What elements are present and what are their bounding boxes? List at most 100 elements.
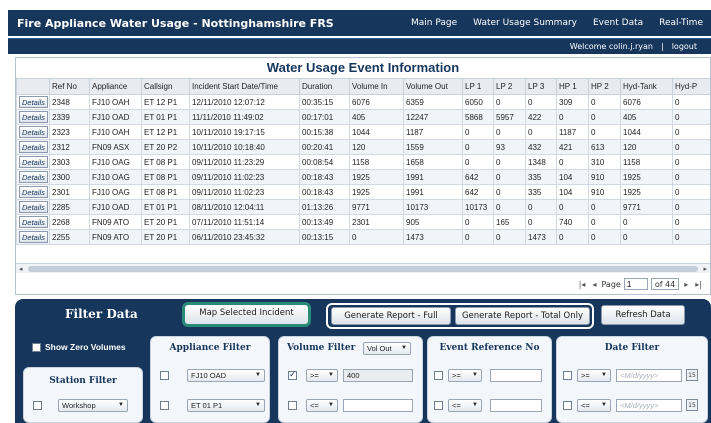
table-row[interactable]: Details 2285 FJ10 OAD ET 01 P1 08/11/2010 12… bbox=[16, 199, 710, 215]
table-cell: 00:17:01 bbox=[299, 109, 350, 125]
date-filter-checkbox-2[interactable] bbox=[563, 401, 572, 410]
nav-main-page[interactable]: Main Page bbox=[403, 18, 465, 28]
scroll-right-icon[interactable]: ▸ bbox=[703, 264, 707, 274]
table-cell: 120 bbox=[349, 139, 404, 155]
volume-operator-select-2[interactable]: <= ▼ bbox=[306, 399, 338, 412]
details-button[interactable]: Details bbox=[19, 216, 48, 228]
prev-page-icon[interactable]: ◂ bbox=[590, 280, 598, 289]
generate-report-total-button[interactable]: Generate Report - Total Only bbox=[455, 307, 590, 325]
details-button[interactable]: Details bbox=[19, 111, 48, 123]
table-row[interactable]: Details 2268 FN09 ATO ET 20 P1 07/11/2010 11… bbox=[16, 214, 710, 230]
calendar-icon[interactable]: 15 bbox=[686, 369, 698, 381]
horizontal-scrollbar[interactable]: ◂ ▸ bbox=[16, 263, 710, 273]
column-header[interactable]: Ref No bbox=[49, 78, 90, 95]
next-page-icon[interactable]: ▸ bbox=[682, 280, 690, 289]
show-zero-volumes[interactable]: Show Zero Volumes bbox=[32, 342, 126, 352]
column-header[interactable]: LP 1 bbox=[462, 78, 494, 95]
table-cell: ET 20 P2 bbox=[141, 139, 190, 155]
station-select[interactable]: Workshop ▼ bbox=[58, 399, 128, 412]
refresh-data-button[interactable]: Refresh Data bbox=[601, 305, 685, 325]
volume-operator-1-value: >= bbox=[310, 371, 319, 380]
scroll-left-icon[interactable]: ◂ bbox=[19, 264, 23, 274]
map-selected-incident-button[interactable]: Map Selected Incident bbox=[182, 302, 311, 327]
details-button[interactable]: Details bbox=[19, 156, 48, 168]
volume-filter-checkbox-2[interactable] bbox=[288, 401, 297, 410]
table-cell: 1925 bbox=[620, 184, 673, 200]
table-row[interactable]: Details 2339 FJ10 OAD ET 01 P1 11/11/2010 11… bbox=[16, 109, 710, 125]
table-cell: 910 bbox=[588, 169, 621, 185]
date-input-2[interactable]: <M/d/yyyy> bbox=[616, 399, 682, 412]
table-cell: 6076 bbox=[620, 94, 673, 110]
details-button[interactable]: Details bbox=[19, 96, 48, 108]
show-zero-checkbox[interactable] bbox=[32, 342, 41, 352]
station-filter-checkbox[interactable] bbox=[33, 401, 42, 410]
column-header[interactable] bbox=[16, 78, 50, 95]
last-page-icon[interactable]: ▸| bbox=[693, 280, 704, 289]
table-row[interactable]: Details 2255 FN09 ATO ET 20 P1 06/11/2010 23… bbox=[16, 229, 710, 245]
scrollbar-thumb[interactable] bbox=[28, 266, 698, 272]
table-cell: 06/11/2010 23:45:32 bbox=[189, 229, 300, 245]
appliance-select-1[interactable]: FJ10 OAD ▼ bbox=[187, 369, 265, 382]
event-ref-input-2[interactable] bbox=[490, 399, 542, 412]
table-row[interactable]: Details 2323 FJ10 OAH ET 12 P1 10/11/2010 19… bbox=[16, 124, 710, 140]
generate-report-full-button[interactable]: Generate Report - Full bbox=[331, 307, 451, 325]
first-page-icon[interactable]: |◂ bbox=[577, 280, 588, 289]
logout-link[interactable]: logout bbox=[672, 42, 697, 51]
column-header[interactable]: LP 2 bbox=[493, 78, 526, 95]
date-operator-select-1[interactable]: >= ▼ bbox=[577, 369, 611, 382]
column-header[interactable]: Volume In bbox=[349, 78, 404, 95]
column-header[interactable]: Incident Start Date/Time bbox=[189, 78, 300, 95]
appliance-select-2[interactable]: ET 01 P1 ▼ bbox=[187, 399, 265, 412]
event-ref-operator-select-1[interactable]: >= ▼ bbox=[448, 369, 482, 382]
calendar-icon[interactable]: 15 bbox=[686, 399, 698, 411]
event-ref-operator-1-value: >= bbox=[452, 371, 461, 380]
column-header[interactable]: HP 2 bbox=[588, 78, 621, 95]
table-cell: 0 bbox=[672, 214, 710, 230]
table-cell: 104 bbox=[556, 169, 589, 185]
column-header[interactable]: Callsign bbox=[141, 78, 190, 95]
details-button[interactable]: Details bbox=[19, 201, 48, 213]
event-ref-operator-select-2[interactable]: <= ▼ bbox=[448, 399, 482, 412]
volume-filter-checkbox-1[interactable] bbox=[288, 370, 297, 380]
table-row[interactable]: Details 2312 FN09 ASX ET 20 P2 10/11/2010 10… bbox=[16, 139, 710, 155]
table-cell: 310 bbox=[588, 154, 621, 170]
column-header[interactable]: Hyd-P bbox=[672, 78, 710, 95]
table-row[interactable]: Details 2300 FJ10 OAG ET 08 P1 09/11/2010 11… bbox=[16, 169, 710, 185]
column-header[interactable]: HP 1 bbox=[556, 78, 589, 95]
column-header[interactable]: Hyd-Tank bbox=[620, 78, 673, 95]
details-button[interactable]: Details bbox=[19, 171, 48, 183]
event-ref-checkbox-2[interactable] bbox=[434, 401, 443, 410]
volume-type-select[interactable]: Vol Out ▼ bbox=[363, 342, 411, 355]
table-row[interactable]: Details 2303 FJ10 OAG ET 08 P1 09/11/2010 11… bbox=[16, 154, 710, 170]
date-filter-title: Date Filter bbox=[604, 343, 660, 353]
page-number-input[interactable] bbox=[623, 278, 648, 290]
appliance-filter-checkbox-2[interactable] bbox=[160, 401, 169, 410]
details-cell: Details bbox=[16, 94, 50, 110]
nav-event-data[interactable]: Event Data bbox=[585, 18, 651, 28]
nav-water-usage-summary[interactable]: Water Usage Summary bbox=[465, 18, 585, 28]
date-input-1[interactable]: <M/d/yyyy> bbox=[616, 369, 682, 382]
volume-operator-select-1[interactable]: >= ▼ bbox=[306, 369, 338, 382]
table-row[interactable]: Details 2301 FJ10 OAG ET 08 P1 09/11/2010 11… bbox=[16, 184, 710, 200]
volume-value-input-1[interactable]: 400 bbox=[343, 369, 413, 382]
appliance-filter-checkbox-1[interactable] bbox=[160, 371, 169, 380]
details-button[interactable]: Details bbox=[19, 141, 48, 153]
volume-operator-2-value: <= bbox=[310, 401, 319, 410]
table-row[interactable]: Details 2348 FJ10 OAH ET 12 P1 12/11/2010 12… bbox=[16, 94, 710, 110]
details-button[interactable]: Details bbox=[19, 126, 48, 138]
column-header[interactable]: Duration bbox=[299, 78, 350, 95]
event-ref-input-1[interactable] bbox=[490, 369, 542, 382]
details-button[interactable]: Details bbox=[19, 231, 48, 243]
nav-real-time[interactable]: Real-Time bbox=[651, 18, 711, 28]
details-button[interactable]: Details bbox=[19, 186, 48, 198]
volume-filter-box: Volume Filter Vol Out ▼ >= ▼ 400 <= ▼ bbox=[278, 336, 423, 423]
date-filter-checkbox-1[interactable] bbox=[563, 371, 572, 380]
date-operator-select-2[interactable]: <= ▼ bbox=[577, 399, 611, 412]
column-header[interactable]: Volume Out bbox=[403, 78, 463, 95]
table-cell: FJ10 OAG bbox=[89, 169, 142, 185]
details-cell: Details bbox=[16, 109, 50, 125]
column-header[interactable]: Appliance bbox=[89, 78, 142, 95]
column-header[interactable]: LP 3 bbox=[525, 78, 557, 95]
event-ref-checkbox-1[interactable] bbox=[434, 371, 443, 380]
volume-value-input-2[interactable] bbox=[343, 399, 413, 412]
